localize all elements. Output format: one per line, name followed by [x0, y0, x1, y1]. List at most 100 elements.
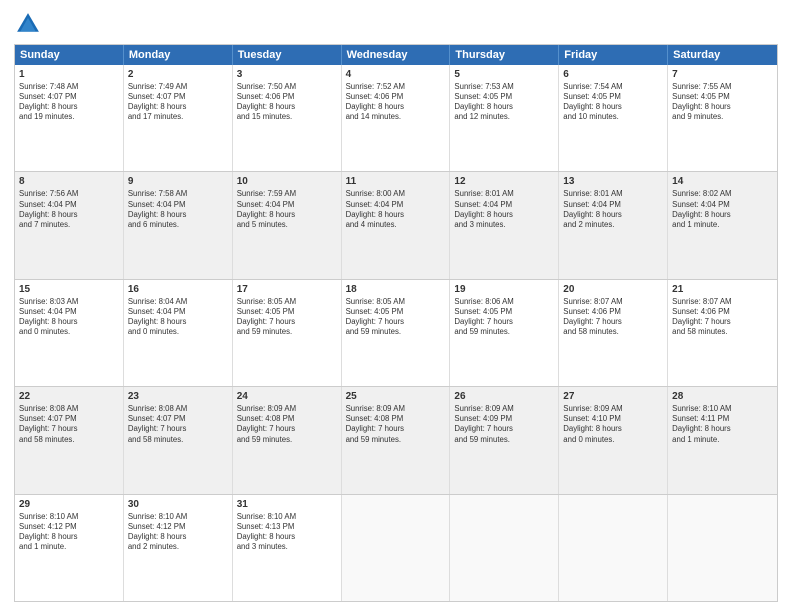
day-number: 6	[563, 68, 663, 81]
day-number: 17	[237, 283, 337, 296]
day-info: and 9 minutes.	[672, 112, 773, 122]
day-info: Sunrise: 8:09 AM	[346, 404, 446, 414]
calendar-cell: 20Sunrise: 8:07 AMSunset: 4:06 PMDayligh…	[559, 280, 668, 386]
day-info: Sunrise: 7:58 AM	[128, 189, 228, 199]
calendar-cell: 31Sunrise: 8:10 AMSunset: 4:13 PMDayligh…	[233, 495, 342, 601]
day-info: Sunrise: 8:03 AM	[19, 297, 119, 307]
day-info: Daylight: 8 hours	[19, 532, 119, 542]
day-info: Sunset: 4:07 PM	[19, 92, 119, 102]
day-info: Daylight: 7 hours	[237, 424, 337, 434]
day-number: 18	[346, 283, 446, 296]
day-info: and 58 minutes.	[128, 435, 228, 445]
day-info: Daylight: 8 hours	[128, 317, 228, 327]
day-info: Sunset: 4:05 PM	[672, 92, 773, 102]
day-info: Daylight: 7 hours	[128, 424, 228, 434]
calendar-cell: 9Sunrise: 7:58 AMSunset: 4:04 PMDaylight…	[124, 172, 233, 278]
day-info: Sunrise: 8:10 AM	[672, 404, 773, 414]
calendar-cell: 5Sunrise: 7:53 AMSunset: 4:05 PMDaylight…	[450, 65, 559, 171]
day-info: Sunrise: 8:02 AM	[672, 189, 773, 199]
day-number: 1	[19, 68, 119, 81]
day-info: and 4 minutes.	[346, 220, 446, 230]
day-info: Daylight: 8 hours	[128, 102, 228, 112]
day-info: Daylight: 8 hours	[128, 210, 228, 220]
day-info: Sunrise: 8:06 AM	[454, 297, 554, 307]
day-info: Sunset: 4:08 PM	[346, 414, 446, 424]
day-number: 13	[563, 175, 663, 188]
calendar: SundayMondayTuesdayWednesdayThursdayFrid…	[14, 44, 778, 602]
day-info: Sunset: 4:05 PM	[237, 307, 337, 317]
day-info: Sunrise: 8:09 AM	[237, 404, 337, 414]
day-info: Sunset: 4:04 PM	[19, 200, 119, 210]
day-number: 8	[19, 175, 119, 188]
day-number: 10	[237, 175, 337, 188]
day-info: Sunset: 4:07 PM	[128, 414, 228, 424]
day-info: Daylight: 7 hours	[454, 317, 554, 327]
day-info: and 58 minutes.	[19, 435, 119, 445]
day-info: Sunset: 4:06 PM	[563, 307, 663, 317]
day-number: 14	[672, 175, 773, 188]
header-day-tuesday: Tuesday	[233, 45, 342, 65]
day-info: Daylight: 8 hours	[563, 102, 663, 112]
day-number: 2	[128, 68, 228, 81]
day-info: Daylight: 8 hours	[563, 210, 663, 220]
logo	[14, 10, 46, 38]
calendar-cell: 13Sunrise: 8:01 AMSunset: 4:04 PMDayligh…	[559, 172, 668, 278]
day-info: Sunset: 4:13 PM	[237, 522, 337, 532]
day-info: Daylight: 7 hours	[563, 317, 663, 327]
day-info: Sunrise: 8:07 AM	[563, 297, 663, 307]
day-number: 4	[346, 68, 446, 81]
day-info: and 15 minutes.	[237, 112, 337, 122]
day-info: and 2 minutes.	[128, 542, 228, 552]
header-day-sunday: Sunday	[15, 45, 124, 65]
calendar-cell: 12Sunrise: 8:01 AMSunset: 4:04 PMDayligh…	[450, 172, 559, 278]
calendar-cell: 8Sunrise: 7:56 AMSunset: 4:04 PMDaylight…	[15, 172, 124, 278]
day-info: Sunrise: 7:50 AM	[237, 82, 337, 92]
calendar-cell: 17Sunrise: 8:05 AMSunset: 4:05 PMDayligh…	[233, 280, 342, 386]
calendar-cell: 18Sunrise: 8:05 AMSunset: 4:05 PMDayligh…	[342, 280, 451, 386]
calendar-cell: 7Sunrise: 7:55 AMSunset: 4:05 PMDaylight…	[668, 65, 777, 171]
day-info: and 14 minutes.	[346, 112, 446, 122]
day-info: and 0 minutes.	[563, 435, 663, 445]
calendar-cell: 22Sunrise: 8:08 AMSunset: 4:07 PMDayligh…	[15, 387, 124, 493]
day-info: and 7 minutes.	[19, 220, 119, 230]
calendar-cell: 19Sunrise: 8:06 AMSunset: 4:05 PMDayligh…	[450, 280, 559, 386]
day-info: and 3 minutes.	[454, 220, 554, 230]
day-info: and 19 minutes.	[19, 112, 119, 122]
calendar-page: SundayMondayTuesdayWednesdayThursdayFrid…	[0, 0, 792, 612]
day-info: and 5 minutes.	[237, 220, 337, 230]
day-info: and 59 minutes.	[346, 435, 446, 445]
day-number: 22	[19, 390, 119, 403]
day-info: and 59 minutes.	[346, 327, 446, 337]
day-info: Sunrise: 8:04 AM	[128, 297, 228, 307]
day-info: and 58 minutes.	[672, 327, 773, 337]
day-number: 16	[128, 283, 228, 296]
day-info: Sunrise: 7:54 AM	[563, 82, 663, 92]
day-info: Sunset: 4:11 PM	[672, 414, 773, 424]
day-info: Daylight: 8 hours	[672, 210, 773, 220]
day-info: and 3 minutes.	[237, 542, 337, 552]
day-info: Sunset: 4:04 PM	[128, 200, 228, 210]
day-info: and 58 minutes.	[563, 327, 663, 337]
calendar-cell: 15Sunrise: 8:03 AMSunset: 4:04 PMDayligh…	[15, 280, 124, 386]
day-number: 7	[672, 68, 773, 81]
day-info: Sunrise: 8:10 AM	[237, 512, 337, 522]
day-info: Daylight: 7 hours	[672, 317, 773, 327]
day-info: Sunset: 4:07 PM	[19, 414, 119, 424]
day-info: Sunset: 4:05 PM	[346, 307, 446, 317]
calendar-body: 1Sunrise: 7:48 AMSunset: 4:07 PMDaylight…	[15, 65, 777, 601]
day-info: and 10 minutes.	[563, 112, 663, 122]
day-number: 30	[128, 498, 228, 511]
day-info: Daylight: 8 hours	[237, 210, 337, 220]
calendar-cell: 26Sunrise: 8:09 AMSunset: 4:09 PMDayligh…	[450, 387, 559, 493]
day-info: Sunset: 4:04 PM	[19, 307, 119, 317]
calendar-cell: 2Sunrise: 7:49 AMSunset: 4:07 PMDaylight…	[124, 65, 233, 171]
calendar-cell: 10Sunrise: 7:59 AMSunset: 4:04 PMDayligh…	[233, 172, 342, 278]
day-info: Sunrise: 8:08 AM	[19, 404, 119, 414]
day-info: Sunrise: 8:05 AM	[237, 297, 337, 307]
day-number: 15	[19, 283, 119, 296]
day-info: Daylight: 8 hours	[19, 317, 119, 327]
day-number: 5	[454, 68, 554, 81]
day-info: Sunset: 4:06 PM	[237, 92, 337, 102]
day-info: Sunset: 4:10 PM	[563, 414, 663, 424]
day-number: 31	[237, 498, 337, 511]
